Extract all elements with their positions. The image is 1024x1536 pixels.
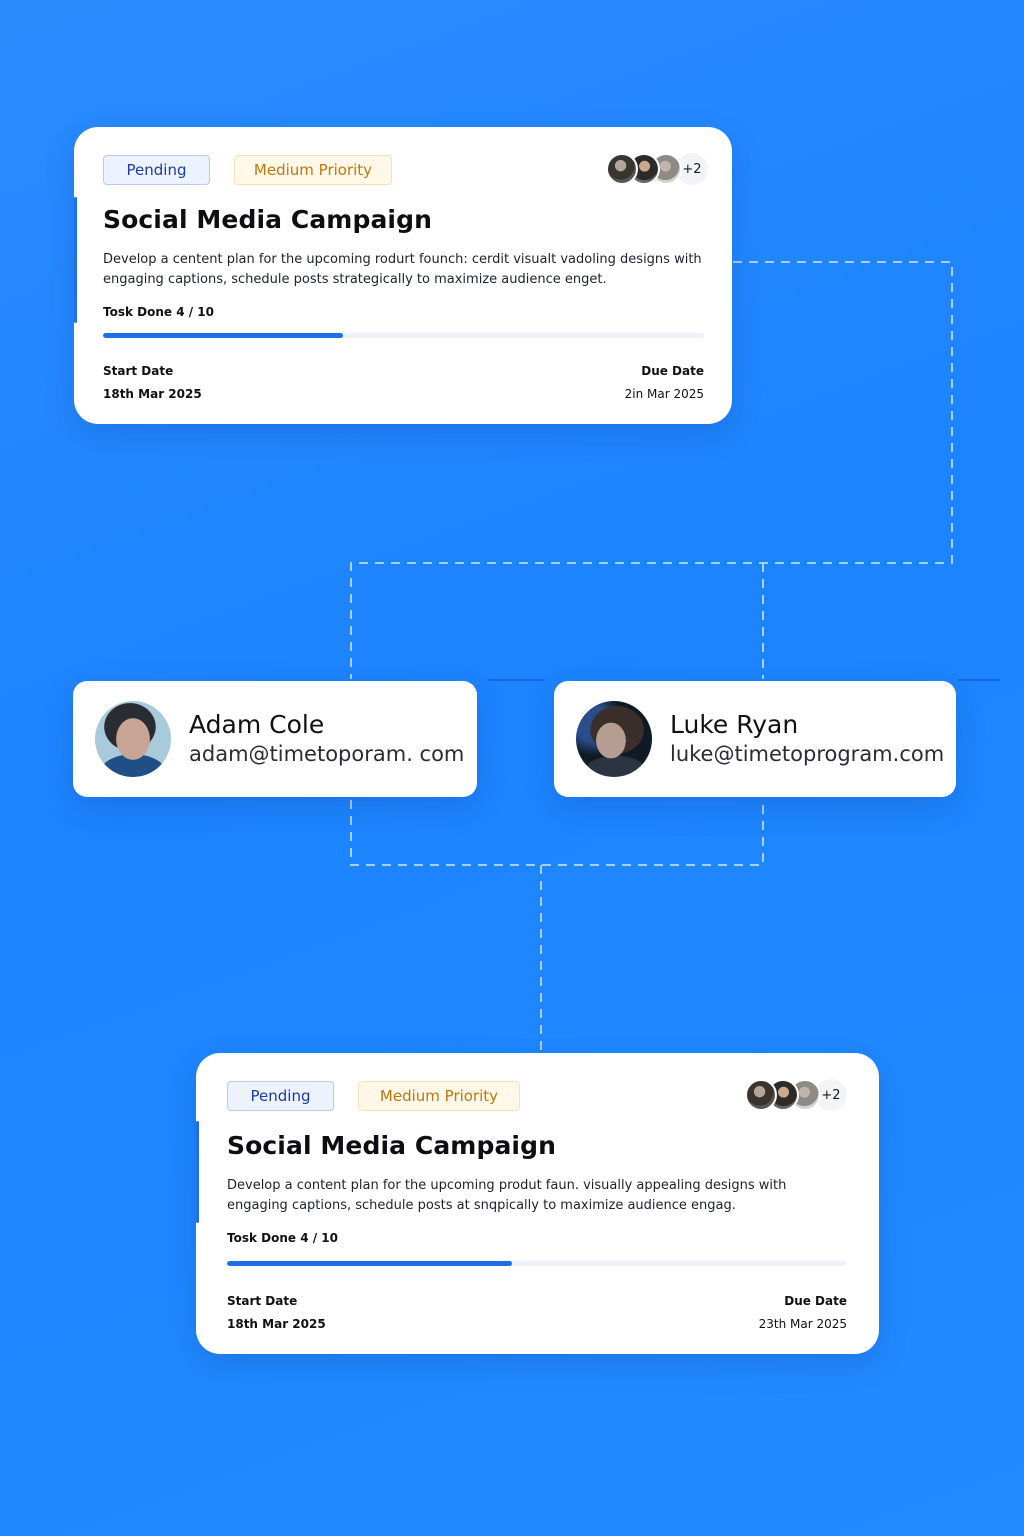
avatar [576, 701, 652, 777]
start-date: Start Date 18th Mar 2025 [227, 1294, 326, 1331]
person-name: Adam Cole [189, 710, 325, 739]
task-description: Develop a content plan for the upcoming … [227, 1178, 787, 1213]
date-row: Start Date 18th Mar 2025 Due Date 23th M… [227, 1294, 847, 1344]
due-date-value: 23th Mar 2025 [758, 1317, 847, 1331]
avatar [95, 701, 171, 777]
progress-bar [103, 333, 704, 338]
progress-bar [227, 1261, 847, 1266]
status-badge[interactable]: Pending [227, 1081, 334, 1111]
card-accent-bar [196, 1121, 199, 1223]
person-name: Luke Ryan [670, 710, 799, 739]
progress-fill [103, 333, 344, 338]
due-date-value: 2in Mar 2025 [624, 387, 704, 401]
member-avatars[interactable]: +2 [606, 153, 708, 185]
person-email[interactable]: luke@timetoprogram.com [670, 740, 944, 768]
due-date: Due Date 23th Mar 2025 [759, 1294, 847, 1331]
start-date-label: Start Date [227, 1294, 298, 1308]
person-email[interactable]: adam@timetoporam. com [189, 740, 464, 768]
member-avatar-icon [606, 153, 638, 185]
task-title: Social Media Campaign [103, 205, 432, 234]
member-avatar-icon [745, 1079, 777, 1111]
priority-badge[interactable]: Medium Priority [234, 155, 392, 185]
task-title: Social Media Campaign [227, 1131, 556, 1160]
start-date: Start Date 18th Mar 2025 [103, 364, 202, 401]
start-date-value: 18th Mar 2025 [227, 1317, 326, 1331]
start-date-value: 18th Mar 2025 [103, 387, 202, 401]
task-card[interactable]: Pending Medium Priority +2 Social Media … [196, 1053, 879, 1354]
progress-label: Tosk Done 4 / 10 [103, 305, 214, 319]
priority-badge[interactable]: Medium Priority [358, 1081, 520, 1111]
due-date-label: Due Date [784, 1294, 847, 1308]
progress-fill [227, 1261, 513, 1266]
person-info: Adam Cole adam@timetoporam. com [189, 710, 464, 768]
card-accent-bar [74, 197, 77, 323]
task-card[interactable]: Pending Medium Priority +2 Social Media … [74, 127, 732, 424]
due-date-label: Due Date [641, 364, 704, 378]
due-date: Due Date 2in Mar 2025 [625, 364, 704, 401]
progress-label: Tosk Done 4 / 10 [227, 1231, 338, 1245]
status-badge[interactable]: Pending [103, 155, 210, 185]
person-card-luke[interactable]: Luke Ryan luke@timetoprogram.com [554, 681, 956, 797]
task-description: Develop a centent plan for the upcoming … [103, 252, 702, 287]
member-avatars[interactable]: +2 [745, 1079, 847, 1111]
start-date-label: Start Date [103, 364, 174, 378]
connector-people-join [350, 800, 764, 866]
date-row: Start Date 18th Mar 2025 Due Date 2in Ma… [103, 364, 704, 414]
person-info: Luke Ryan luke@timetoprogram.com [670, 710, 944, 768]
person-card-adam[interactable]: Adam Cole adam@timetoporam. com [73, 681, 477, 797]
